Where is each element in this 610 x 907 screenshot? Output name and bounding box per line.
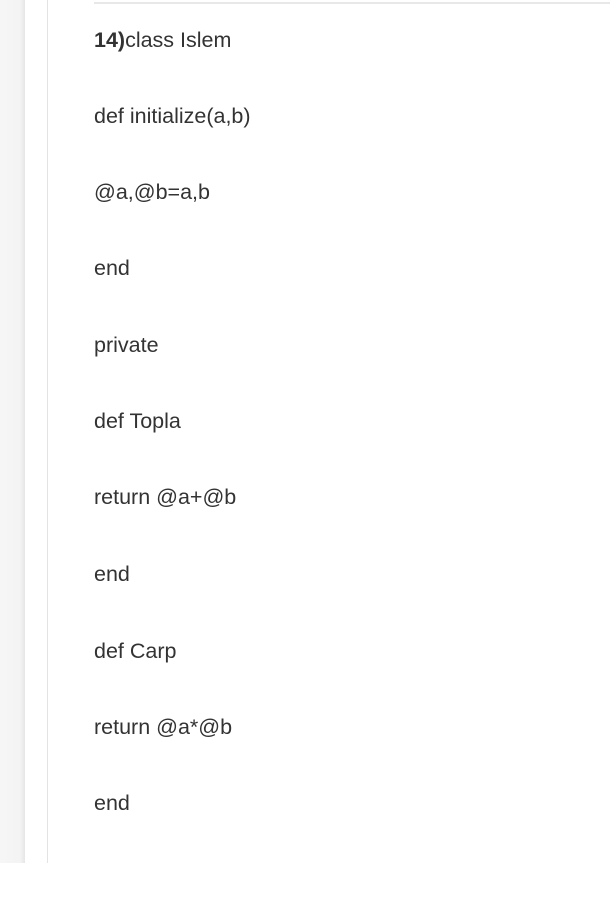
left-sidebar-panel (0, 0, 25, 863)
code-line: def initialize(a,b) (94, 104, 251, 128)
code-line: return @a*@b (94, 715, 233, 739)
code-line: 14)class Islem (94, 27, 231, 53)
content-border (47, 0, 48, 863)
code-line: end (94, 256, 130, 280)
code-line: def Topla (94, 409, 181, 433)
code-line: def Carp (94, 639, 177, 663)
code-line: end (94, 562, 130, 586)
code-text: class Islem (125, 28, 232, 52)
code-line: private (94, 333, 159, 357)
question-divider (94, 2, 610, 4)
code-line: end (94, 791, 130, 815)
code-line: @a,@b=a,b (94, 180, 210, 204)
question-number: 14) (94, 28, 126, 52)
code-line: return @a+@b (94, 485, 237, 509)
